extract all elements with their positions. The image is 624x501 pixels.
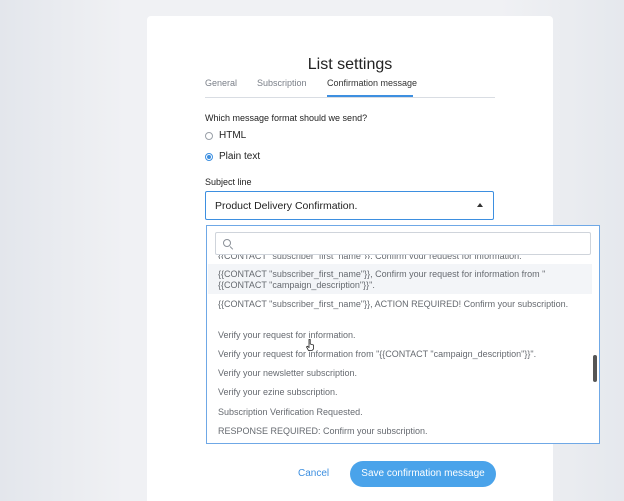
dropdown-option[interactable]: Verify your request for information from… (218, 349, 580, 360)
tab-bar: General Subscription Confirmation messag… (205, 74, 495, 98)
radio-unchecked-icon[interactable] (205, 131, 213, 140)
radio-checked-icon[interactable] (205, 152, 213, 161)
subject-line-select[interactable]: Product Delivery Confirmation. (205, 191, 494, 220)
dropdown-search-input[interactable] (215, 232, 591, 255)
dropdown-option[interactable]: Subscription Verification Requested. (218, 407, 580, 418)
dropdown-option[interactable]: Verify your newsletter subscription. (218, 368, 580, 379)
subject-dropdown-menu: {{CONTACT "subscriber_first_name"}}, Con… (206, 225, 600, 444)
subject-line-label: Subject line (205, 177, 252, 187)
message-format-question: Which message format should we send? (205, 113, 368, 123)
dropdown-option[interactable]: RESPONSE REQUIRED: Confirm your subscrip… (218, 426, 580, 437)
tab-subscription[interactable]: Subscription (257, 78, 307, 88)
chevron-up-icon (477, 203, 483, 207)
save-confirmation-message-button[interactable]: Save confirmation message (350, 461, 496, 487)
page-title: List settings (307, 56, 393, 73)
dropdown-option[interactable]: Verify your request for information. (218, 330, 580, 341)
radio-label-plain-text: Plain text (219, 151, 261, 162)
hand-pointer-icon (306, 339, 314, 351)
radio-label-html: HTML (219, 130, 247, 141)
subject-line-value: Product Delivery Confirmation. (215, 200, 358, 212)
screen: List settings General Subscription Confi… (0, 0, 624, 501)
tab-confirmation-message[interactable]: Confirmation message (327, 78, 417, 88)
radio-option-plain-text[interactable]: Plain text (205, 151, 260, 162)
dropdown-option[interactable]: {{CONTACT "subscriber_first_name"}}, ACT… (218, 299, 580, 310)
dropdown-option[interactable]: {{CONTACT "subscriber_first_name"}}, Con… (218, 269, 580, 291)
active-tab-indicator (327, 95, 413, 97)
radio-option-html[interactable]: HTML (205, 130, 246, 141)
cancel-button[interactable]: Cancel (298, 468, 329, 479)
dropdown-scrollbar[interactable] (593, 355, 597, 382)
dropdown-option[interactable]: Verify your ezine subscription. (218, 387, 580, 398)
search-icon (223, 239, 231, 247)
tab-general[interactable]: General (205, 78, 237, 88)
dropdown-list[interactable]: {{CONTACT "subscriber_first_name"}}, Con… (207, 226, 593, 443)
